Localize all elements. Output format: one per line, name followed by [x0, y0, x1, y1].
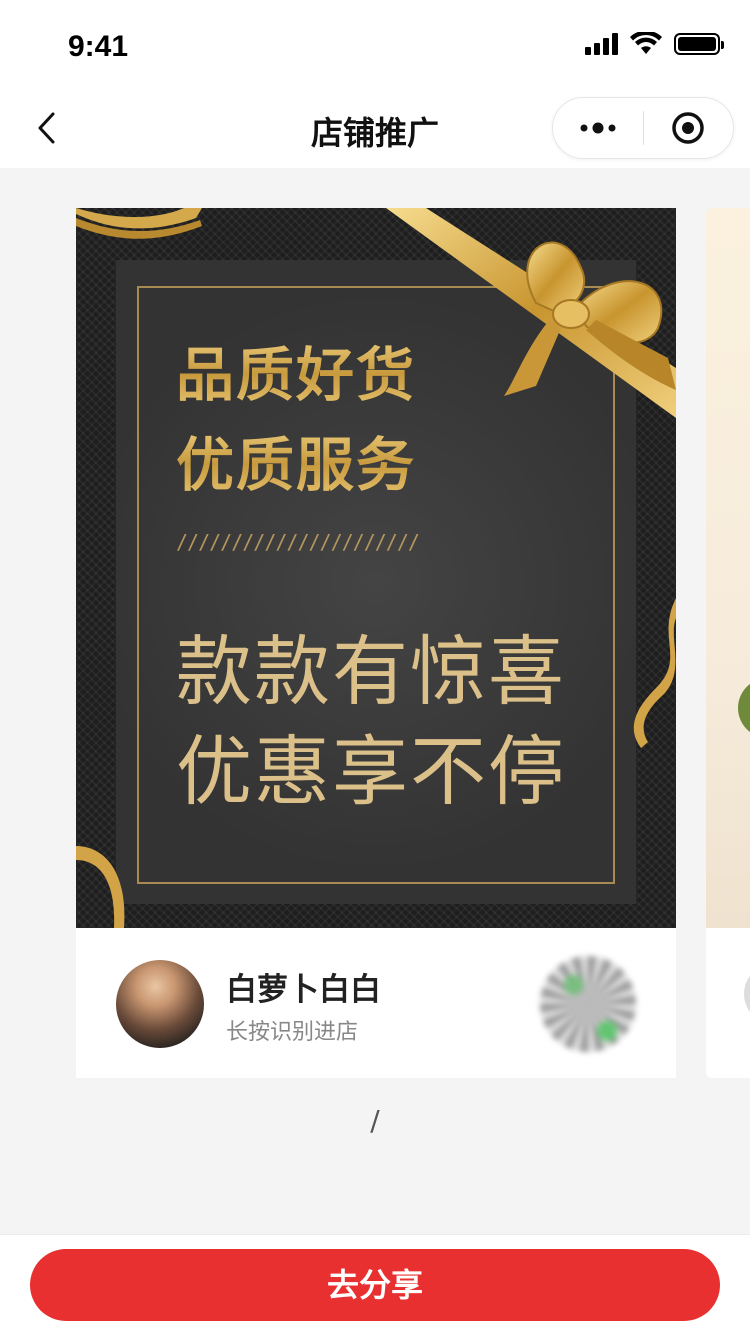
- bottom-action-bar: 去分享: [0, 1234, 750, 1334]
- share-button[interactable]: 去分享: [30, 1249, 720, 1321]
- gold-ribbon-bottom-left: [76, 846, 125, 928]
- promo-line-1: 款款有惊喜: [176, 627, 566, 716]
- status-icons: [585, 32, 724, 56]
- more-button[interactable]: [553, 98, 643, 158]
- battery-icon: [674, 33, 724, 55]
- more-dots-icon: [580, 122, 616, 134]
- qr-scan-hint: 长按识别进店: [226, 1020, 359, 1045]
- shop-avatar: [116, 960, 204, 1048]
- decorative-slashes: //////////////////////: [176, 530, 420, 554]
- gold-bow-ribbon: [386, 208, 676, 418]
- headline-line-1: 品质好货: [176, 328, 416, 412]
- next-poster-image: [706, 208, 750, 928]
- navigation-bar: 店铺推广: [0, 88, 750, 168]
- headline-line-2: 优质服务: [176, 418, 416, 502]
- gold-ribbon-top-left: [76, 208, 202, 239]
- close-mini-program-button[interactable]: [644, 98, 734, 158]
- poster-image: 品质好货 优质服务 ////////////////////// 款款有惊喜 优…: [76, 208, 676, 928]
- status-time: 9:41: [68, 30, 129, 63]
- next-poster-avatar: [744, 964, 750, 1024]
- gold-curl-ribbon-right: [633, 598, 676, 748]
- next-poster-footer: [706, 928, 750, 1078]
- cellular-signal-icon: [585, 33, 618, 55]
- promo-line-2: 优惠享不停: [176, 727, 566, 816]
- next-poster-card[interactable]: [706, 208, 750, 1078]
- mini-program-capsule: [552, 97, 734, 159]
- poster-card[interactable]: 品质好货 优质服务 ////////////////////// 款款有惊喜 优…: [76, 208, 676, 1078]
- poster-shop-info: 白萝卜白白 长按识别进店: [76, 928, 676, 1078]
- shop-name: 白萝卜白白: [226, 972, 381, 1008]
- shop-qr-code[interactable]: [540, 956, 636, 1052]
- target-close-icon: [672, 112, 704, 144]
- wifi-icon: [630, 32, 662, 54]
- carousel-pager: /: [370, 1104, 380, 1137]
- status-bar: 9:41: [0, 0, 750, 88]
